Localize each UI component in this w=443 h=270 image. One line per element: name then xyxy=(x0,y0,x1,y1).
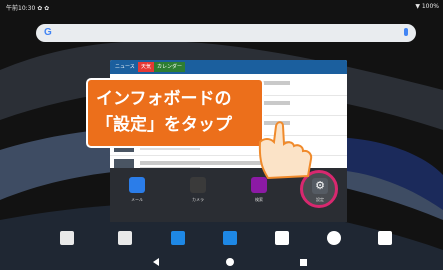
status-time: 午前10:30 ✿ ✿ xyxy=(6,5,50,12)
tab-weather[interactable]: 天気 xyxy=(138,62,155,72)
home-icon[interactable] xyxy=(226,258,234,266)
app-icon[interactable] xyxy=(223,231,237,245)
tab-news[interactable]: ニュース xyxy=(112,62,138,72)
callout-line-2: 「設定」をタップ xyxy=(96,115,232,135)
instruction-callout: インフォボードの 「設定」をタップ xyxy=(86,78,264,148)
google-logo: G xyxy=(44,27,52,38)
search-bar[interactable]: G xyxy=(36,24,416,42)
video-app-icon[interactable] xyxy=(171,231,185,245)
status-indicators: ▼ 100% xyxy=(415,3,439,10)
camera-icon[interactable] xyxy=(190,177,206,193)
mail-label: メール xyxy=(131,197,143,202)
chrome-icon[interactable] xyxy=(327,231,341,245)
camera-label: カメラ xyxy=(192,197,204,202)
widget-tabs: ニュース 天気 カレンダー xyxy=(110,60,347,74)
pointing-hand-icon xyxy=(258,121,313,180)
callout-line-1: インフォボードの xyxy=(96,89,232,109)
yahoo-app-icon[interactable] xyxy=(275,231,289,245)
tab-calendar[interactable]: カレンダー xyxy=(154,62,186,72)
recents-icon[interactable] xyxy=(300,259,307,266)
status-bar: 午前10:30 ✿ ✿ ▼ 100% xyxy=(0,0,443,12)
navigation-bar xyxy=(0,254,443,270)
back-icon[interactable] xyxy=(153,258,159,266)
app-folder-icon[interactable] xyxy=(118,231,132,245)
mail-icon[interactable] xyxy=(129,177,145,193)
search-label: 検索 xyxy=(255,197,263,202)
mic-icon[interactable] xyxy=(404,28,408,36)
app-folder-icon[interactable] xyxy=(60,231,74,245)
play-store-icon[interactable] xyxy=(378,231,392,245)
settings-label: 設定 xyxy=(316,197,324,202)
